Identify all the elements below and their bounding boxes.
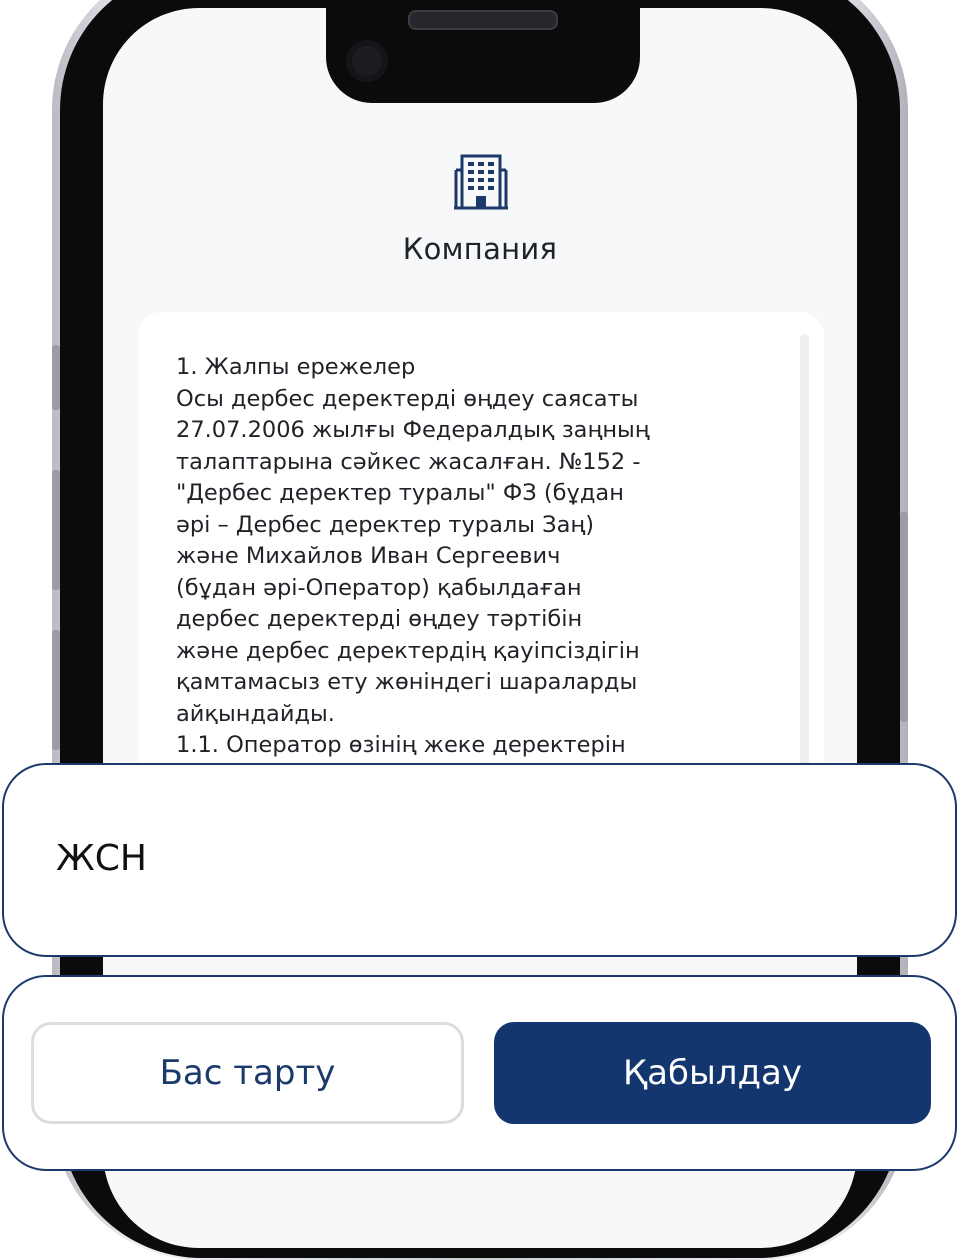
phone-speaker [408, 10, 558, 30]
page-title: Компания [402, 232, 558, 266]
policy-text: 1. Жалпы ережелер Осы дербес деректерді … [176, 354, 650, 758]
phone-side-button [52, 470, 60, 590]
accept-button[interactable]: Қабылдау [494, 1022, 931, 1124]
phone-side-button [52, 630, 60, 750]
cancel-button[interactable]: Бас тарту [31, 1022, 464, 1124]
office-building-icon [454, 154, 508, 210]
phone-side-button [52, 345, 60, 410]
phone-side-button [900, 512, 908, 722]
iin-field-label: ЖСН [56, 838, 147, 879]
phone-camera [346, 40, 388, 82]
